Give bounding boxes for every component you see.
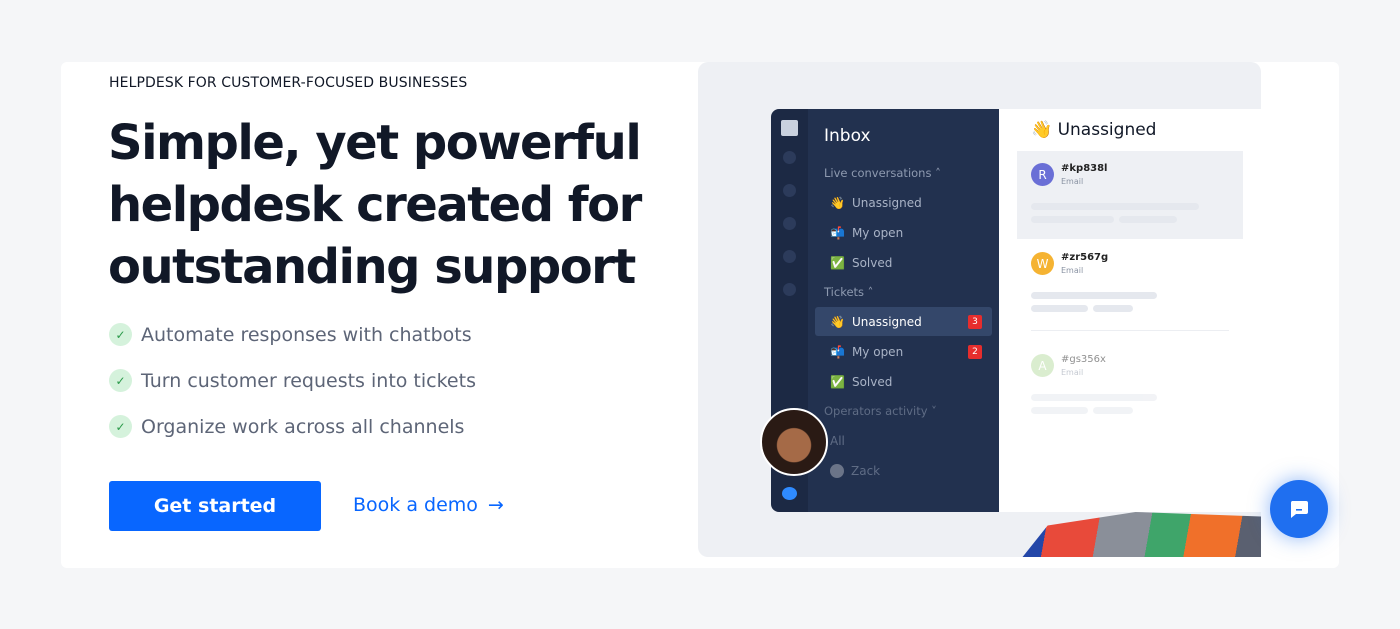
- inbox-icon: [781, 120, 798, 136]
- rail-icon: [783, 250, 796, 263]
- ticket-card[interactable]: A #gs356x Email: [1017, 342, 1243, 430]
- nav-item-live-unassigned[interactable]: 👋 Unassigned: [815, 188, 992, 217]
- list-title: 👋 Unassigned: [1031, 120, 1157, 140]
- check-icon: ✓: [109, 415, 132, 438]
- arrow-right-icon: →: [487, 494, 504, 516]
- avatar: W: [1031, 252, 1054, 275]
- nav-item-tickets-my-open[interactable]: 📬 My open 2: [815, 337, 992, 366]
- feature-item: ✓ Organize work across all channels: [109, 415, 464, 438]
- ticket-card[interactable]: R #kp838l Email: [1017, 151, 1243, 239]
- page-title: Simple, yet powerful helpdesk created fo…: [108, 115, 642, 295]
- nav-item-live-solved[interactable]: ✅ Solved: [815, 248, 992, 277]
- get-started-button[interactable]: Get started: [109, 481, 321, 531]
- section-tickets[interactable]: Tickets ˄: [824, 285, 873, 299]
- eyebrow: HELPDESK FOR CUSTOMER-FOCUSED BUSINESSES: [109, 75, 468, 91]
- nav-item-tickets-solved[interactable]: ✅ Solved: [815, 367, 992, 396]
- rail-icon: [783, 151, 796, 164]
- nav-item-live-my-open[interactable]: 📬 My open: [815, 218, 992, 247]
- rail-icon: [783, 217, 796, 230]
- nav-title: Inbox: [824, 126, 871, 146]
- app-mockup: Inbox Live conversations ˄ 👋 Unassigned 📬…: [771, 109, 1261, 512]
- inbox-nav: Inbox Live conversations ˄ 👋 Unassigned 📬…: [808, 109, 999, 512]
- ticket-list: 👋 Unassigned R #kp838l Email W #zr567g Ema…: [999, 109, 1261, 512]
- feature-item: ✓ Automate responses with chatbots: [109, 323, 472, 346]
- check-icon: ✓: [109, 323, 132, 346]
- avatar: A: [1031, 354, 1054, 377]
- agent-photo: [760, 408, 828, 476]
- chat-icon: [1290, 501, 1308, 518]
- avatar: [830, 463, 844, 478]
- count-badge: 2: [968, 344, 982, 359]
- rail-icon: [783, 283, 796, 296]
- rail-icon: [783, 184, 796, 197]
- ticket-card[interactable]: W #zr567g Email: [1017, 240, 1243, 328]
- avatar: R: [1031, 163, 1054, 186]
- count-badge: 3: [968, 314, 982, 329]
- chat-widget-button[interactable]: [1270, 480, 1328, 538]
- section-operators[interactable]: Operators activity ˅: [824, 404, 937, 418]
- nav-item-tickets-unassigned[interactable]: 👋 Unassigned 3: [815, 307, 992, 336]
- logo-icon: [782, 487, 797, 500]
- nav-item-all[interactable]: All: [815, 426, 992, 455]
- nav-item-zack[interactable]: Zack: [815, 456, 992, 485]
- book-demo-link[interactable]: Book a demo →: [353, 494, 504, 516]
- check-icon: ✓: [109, 369, 132, 392]
- section-live[interactable]: Live conversations ˄: [824, 166, 941, 180]
- feature-item: ✓ Turn customer requests into tickets: [109, 369, 476, 392]
